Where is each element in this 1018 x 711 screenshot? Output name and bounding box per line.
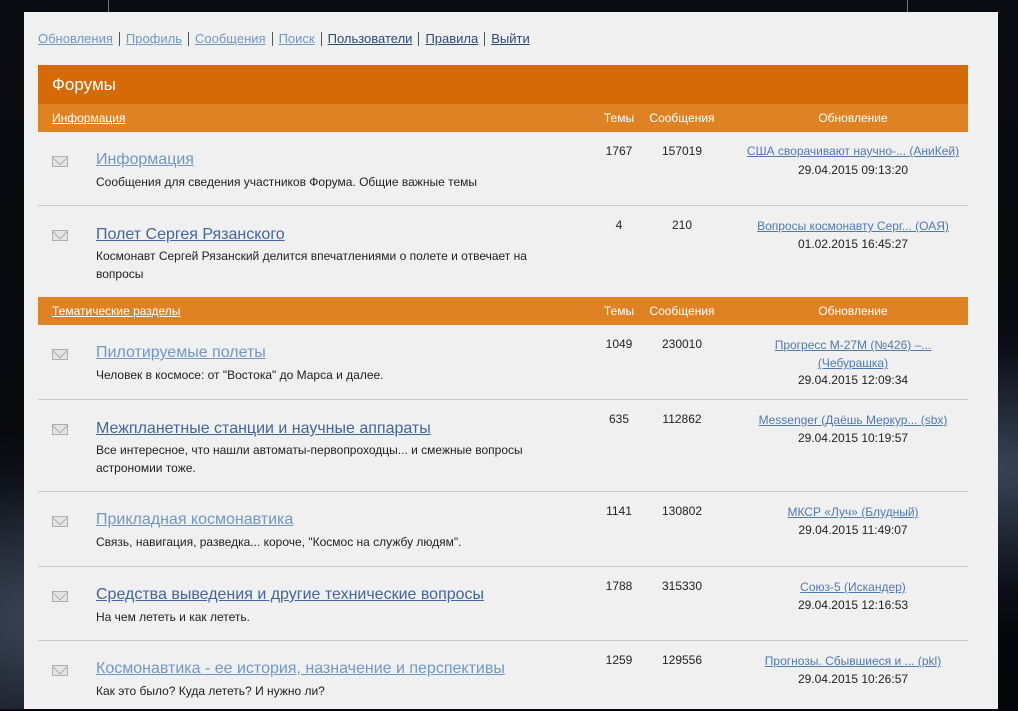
envelope-icon [52,665,68,676]
posts-count: 210 [671,218,693,232]
forum-description: Сообщения для сведения участников Форума… [96,175,477,189]
content-panel: Обновления Профиль Сообщения Поиск Польз… [24,12,998,709]
nav-rules[interactable]: Правила [419,31,484,46]
forum-description: Человек в космосе: от "Востока" до Марса… [96,368,384,382]
top-nav: Обновления Профиль Сообщения Поиск Польз… [38,31,536,46]
forum-row: Межпланетные станции и научные аппараты … [38,400,968,492]
envelope-icon [52,424,68,435]
forum-title-link[interactable]: Прикладная космонавтика [96,511,293,529]
last-post-link[interactable]: Союз-5 (Искандер) [728,578,978,596]
envelope-icon [52,591,68,602]
forum-description: Связь, навигация, разведка... короче, "К… [96,535,462,549]
posts-count: 315330 [661,579,703,593]
topics-count: 635 [608,412,630,426]
column-header-topics: Темы [603,111,635,125]
forum-title-link[interactable]: Информация [96,151,194,169]
forum-title-link[interactable]: Космонавтика - ее история, назначение и … [96,660,505,678]
decor-line [108,0,109,12]
column-header-posts: Сообщения [649,111,715,125]
last-post-link[interactable]: Прогресс М-27М (№426) –... (Чебурашка) [753,336,953,372]
last-post-link[interactable]: Прогнозы. Сбывшиеся и ... (pkl) [728,652,978,670]
forum-row: Прикладная космонавтика Связь, навигация… [38,492,968,567]
posts-count: 130802 [661,504,703,518]
forum-row: Космонавтика - ее история, назначение и … [38,641,968,711]
column-header-last-post: Обновление [818,304,888,318]
last-post-link[interactable]: США сворачивают научно-... (АниКей) [728,142,978,160]
topics-count: 1049 [605,337,633,351]
forum-title-link[interactable]: Средства выведения и другие технические … [96,586,484,604]
nav-users[interactable]: Пользователи [322,31,419,46]
category-link-thematic[interactable]: Тематические разделы [52,304,180,318]
topics-count: 1259 [605,653,633,667]
forums-heading: Форумы [38,65,968,104]
envelope-icon [52,156,68,167]
forum-title-link[interactable]: Пилотируемые полеты [96,344,266,362]
forum-title-link[interactable]: Межпланетные станции и научные аппараты [96,420,431,438]
envelope-icon [52,516,68,527]
forum-description: Космонавт Сергей Рязанский делится впеча… [96,249,527,281]
forum-description: Как это было? Куда лететь? И нужно ли? [96,684,325,698]
forum-description: На чем лететь и как лететь. [96,610,250,624]
envelope-icon [52,349,68,360]
decor-line [907,0,908,12]
last-post-date: 29.04.2015 09:13:20 [797,163,909,177]
forum-row: Полет Сергея Рязанского Космонавт Сергей… [38,206,968,297]
forum-row: Информация Сообщения для сведения участн… [38,132,968,206]
topics-count: 1767 [605,144,633,158]
nav-updates[interactable]: Обновления [38,31,119,46]
forum-description: Все интересное, что нашли автоматы-перво… [96,443,523,475]
category-header-information: Информация Темы Сообщения Обновление [38,104,968,132]
column-header-last-post: Обновление [818,111,888,125]
last-post-date: 29.04.2015 11:49:07 [798,523,908,537]
topics-count: 4 [615,218,623,232]
posts-count: 230010 [661,337,703,351]
envelope-icon [52,230,68,241]
posts-count: 112862 [662,412,702,426]
column-header-topics: Темы [603,304,635,318]
nav-messages[interactable]: Сообщения [189,31,272,46]
category-header-thematic: Тематические разделы Темы Сообщения Обно… [38,297,968,325]
nav-search[interactable]: Поиск [273,31,321,46]
forum-row: Средства выведения и другие технические … [38,567,968,641]
posts-count: 129556 [661,653,703,667]
nav-profile[interactable]: Профиль [120,31,188,46]
nav-logout[interactable]: Выйти [485,31,536,46]
last-post-date: 29.04.2015 10:19:57 [797,431,909,445]
forum-row: Пилотируемые полеты Человек в космосе: о… [38,325,968,400]
last-post-date: 01.02.2015 16:45:27 [797,237,909,251]
posts-count: 157019 [661,144,703,158]
topics-count: 1788 [605,579,633,593]
topics-count: 1141 [606,504,632,518]
forum-title-link[interactable]: Полет Сергея Рязанского [96,226,285,244]
last-post-link[interactable]: Messenger (Даёшь Меркур... (sbx) [728,411,978,429]
forum-list: Форумы Информация Темы Сообщения Обновле… [38,65,968,711]
last-post-date: 29.04.2015 12:09:34 [797,373,909,387]
last-post-link[interactable]: МКСР «Луч» (Блудный) [728,503,978,521]
last-post-link[interactable]: Вопросы космонавту Серг... (ОАЯ) [728,217,978,235]
last-post-date: 29.04.2015 10:26:57 [797,672,909,686]
category-link-information[interactable]: Информация [52,111,125,125]
column-header-posts: Сообщения [649,304,715,318]
last-post-date: 29.04.2015 12:16:53 [797,598,909,612]
